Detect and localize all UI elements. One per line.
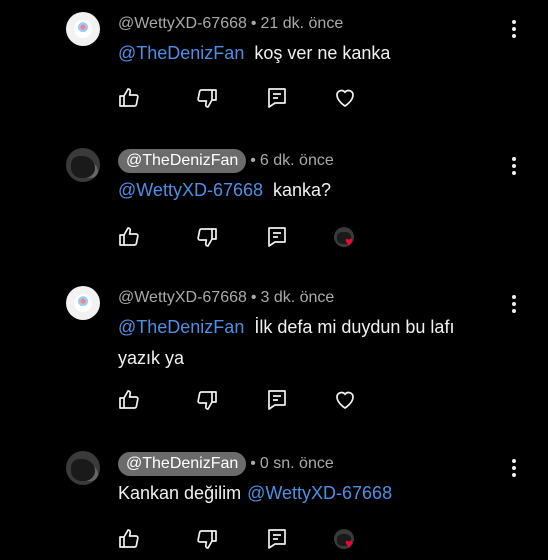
- more-vertical-icon[interactable]: [508, 459, 520, 479]
- avatar[interactable]: [66, 286, 100, 320]
- comment-body: Kankan değilim: [118, 483, 242, 503]
- thumbs-down-icon[interactable]: [195, 225, 219, 249]
- mention-link[interactable]: @WettyXD-67668: [118, 180, 263, 200]
- separator: •: [250, 15, 257, 32]
- comment-body: kanka?: [273, 180, 332, 200]
- mention-link[interactable]: @TheDenizFan: [118, 43, 244, 63]
- reply-icon[interactable]: [265, 225, 289, 249]
- reply-icon[interactable]: [265, 527, 289, 551]
- creator-heart-icon[interactable]: ♥: [334, 227, 358, 251]
- heart-icon[interactable]: [333, 388, 357, 412]
- author-chip[interactable]: @TheDenizFan: [118, 149, 247, 173]
- more-vertical-icon[interactable]: [508, 157, 520, 177]
- comment-actions: ♥: [0, 527, 548, 555]
- creator-heart-icon[interactable]: ♥: [334, 529, 358, 553]
- thumbs-up-icon[interactable]: [117, 527, 141, 551]
- comment-actions: [0, 86, 548, 114]
- comment-actions: [0, 388, 548, 416]
- avatar[interactable]: [66, 12, 100, 46]
- reply-icon[interactable]: [265, 388, 289, 412]
- author-name[interactable]: @WettyXD-67668: [118, 15, 247, 32]
- thumbs-up-icon[interactable]: [117, 388, 141, 412]
- comment-meta: @WettyXD-67668 • 21 dk. önce: [118, 15, 343, 33]
- avatar[interactable]: [66, 451, 100, 485]
- thumbs-down-icon[interactable]: [195, 388, 219, 412]
- comment-actions: ♥: [0, 225, 548, 253]
- separator: •: [250, 455, 256, 472]
- thumbs-down-icon[interactable]: [195, 86, 219, 110]
- red-heart-icon: ♥: [345, 536, 353, 551]
- thumbs-up-icon[interactable]: [117, 225, 141, 249]
- timestamp[interactable]: 3 dk. önce: [261, 289, 335, 306]
- separator: •: [250, 152, 256, 169]
- comment-meta: @TheDenizFan • 6 dk. önce: [118, 149, 334, 173]
- thumbs-down-icon[interactable]: [195, 527, 219, 551]
- timestamp[interactable]: 0 sn. önce: [260, 455, 334, 472]
- comment-text: @TheDenizFan koş ver ne kanka: [118, 38, 498, 69]
- avatar[interactable]: [66, 148, 100, 182]
- comment-text: @WettyXD-67668 kanka?: [118, 175, 498, 206]
- author-name[interactable]: @WettyXD-67668: [118, 289, 247, 306]
- red-heart-icon: ♥: [345, 234, 353, 249]
- comment-item: @WettyXD-67668 • 3 dk. önce @TheDenizFan İl…: [0, 280, 548, 445]
- timestamp[interactable]: 6 dk. önce: [260, 152, 334, 169]
- mention-link[interactable]: @TheDenizFan: [118, 317, 244, 337]
- reply-icon[interactable]: [265, 86, 289, 110]
- heart-icon[interactable]: [333, 86, 357, 110]
- comment-meta: @TheDenizFan • 0 sn. önce: [118, 452, 334, 476]
- more-vertical-icon[interactable]: [508, 20, 520, 40]
- comment-body: İlk defa mi duydun bu lafı: [254, 317, 455, 337]
- comment-item: @TheDenizFan • 6 dk. önce @WettyXD-67668 ka…: [0, 140, 548, 280]
- comment-item: @WettyXD-67668 • 21 dk. önce @TheDenizFan k…: [0, 0, 548, 140]
- more-vertical-icon[interactable]: [508, 295, 520, 315]
- comment-item: @TheDenizFan • 0 sn. önce Kankan değilim @W…: [0, 445, 548, 560]
- comment-text: @TheDenizFan İlk defa mi duydun bu lafı y…: [118, 312, 498, 374]
- author-chip[interactable]: @TheDenizFan: [118, 452, 247, 476]
- comment-body-line2: yazık ya: [118, 348, 185, 368]
- comment-body: koş ver ne kanka: [254, 43, 391, 63]
- comment-text: Kankan değilim @WettyXD-67668: [118, 478, 498, 509]
- timestamp[interactable]: 21 dk. önce: [261, 15, 344, 32]
- mention-link[interactable]: @WettyXD-67668: [247, 483, 392, 503]
- comment-meta: @WettyXD-67668 • 3 dk. önce: [118, 289, 334, 307]
- thumbs-up-icon[interactable]: [117, 86, 141, 110]
- separator: •: [250, 289, 257, 306]
